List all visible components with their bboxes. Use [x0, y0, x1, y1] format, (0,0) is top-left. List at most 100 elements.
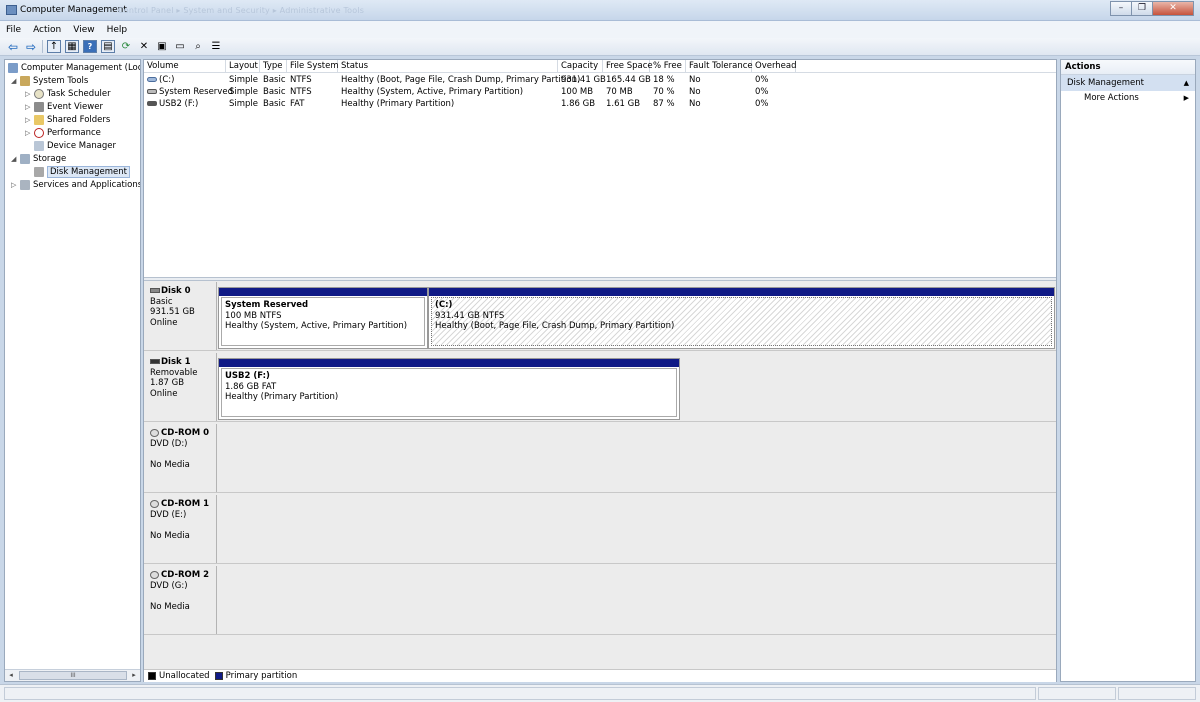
open-folder-icon[interactable]: ▭	[173, 40, 187, 53]
tree-item-shared-folders[interactable]: ▷ Shared Folders	[25, 114, 110, 126]
disk-management-pane: Volume Layout Type File System Status Ca…	[143, 59, 1057, 682]
show-hide-tree-icon[interactable]: ▦	[65, 40, 79, 53]
expand-arrow-icon[interactable]: ▷	[25, 90, 34, 98]
overhead-cell: 0%	[755, 99, 769, 109]
fault-tolerance-cell: No	[689, 99, 701, 109]
scrollbar-thumb[interactable]: III	[19, 671, 127, 680]
tree-item-computer-management[interactable]: Computer Management (Local	[8, 62, 141, 74]
disk-name: CD-ROM 1	[161, 499, 210, 509]
actions-section-disk-management[interactable]: Disk Management ▲	[1061, 75, 1195, 91]
menu-action[interactable]: Action	[33, 25, 61, 35]
drive-icon	[147, 89, 157, 94]
tree-item-storage[interactable]: ◢ Storage	[11, 153, 66, 165]
status-segment	[1038, 687, 1116, 700]
tree-item-task-scheduler[interactable]: ▷ Task Scheduler	[25, 88, 111, 100]
disk-label[interactable]: CD-ROM 1 DVD (E:) No Media	[145, 495, 217, 563]
tree-item-device-manager[interactable]: Device Manager	[34, 140, 116, 152]
disk-label[interactable]: CD-ROM 2 DVD (G:) No Media	[145, 566, 217, 634]
overhead-cell: 0%	[755, 87, 769, 97]
search-icon[interactable]: ⌕	[191, 40, 205, 53]
expand-arrow-icon[interactable]: ▷	[25, 103, 34, 111]
file-system-cell: FAT	[290, 99, 305, 109]
submenu-arrow-icon: ▶	[1183, 94, 1189, 102]
help-icon[interactable]: ?	[83, 40, 97, 53]
performance-icon	[34, 128, 44, 138]
hard-disk-icon	[150, 288, 160, 293]
partition-body: System Reserved 100 MB NTFS Healthy (Sys…	[221, 297, 425, 346]
disk-size	[150, 591, 216, 602]
partition-c-drive[interactable]: (C:) 931.41 GB NTFS Healthy (Boot, Page …	[428, 287, 1055, 349]
tree-horizontal-scrollbar[interactable]: ◂ III ▸	[5, 669, 140, 681]
column-file-system[interactable]: File System	[287, 60, 339, 73]
tree-item-label: Computer Management (Local	[21, 63, 141, 73]
partition-status: Healthy (Boot, Page File, Crash Dump, Pr…	[435, 321, 675, 332]
column-capacity[interactable]: Capacity	[558, 60, 603, 73]
tree-item-label: System Tools	[33, 76, 89, 86]
window-title: Computer Management	[20, 5, 127, 15]
folder-icon	[34, 115, 44, 125]
minimize-button[interactable]: –	[1110, 1, 1132, 16]
collapse-arrow-icon[interactable]: ◢	[11, 77, 20, 85]
column-volume[interactable]: Volume	[144, 60, 226, 73]
disk-status: Online	[150, 318, 178, 329]
column-free-space[interactable]: Free Space	[603, 60, 653, 73]
close-button[interactable]: ✕	[1152, 1, 1194, 16]
partition-system-reserved[interactable]: System Reserved 100 MB NTFS Healthy (Sys…	[218, 287, 428, 349]
column-percent-free[interactable]: % Free	[650, 60, 686, 73]
tree-item-services-and-applications[interactable]: ▷ Services and Applications	[11, 179, 140, 191]
collapse-arrow-icon[interactable]: ◢	[11, 155, 20, 163]
column-type[interactable]: Type	[260, 60, 287, 73]
up-folder-icon[interactable]: ↑	[47, 40, 61, 53]
tree-item-label: Shared Folders	[47, 115, 111, 125]
expand-arrow-icon[interactable]: ▷	[25, 129, 34, 137]
actions-header: Actions	[1061, 60, 1195, 75]
capacity-cell: 931.41 GB	[561, 75, 606, 85]
fault-tolerance-cell: No	[689, 75, 701, 85]
capacity-cell: 100 MB	[561, 87, 594, 97]
column-layout[interactable]: Layout	[226, 60, 260, 73]
back-arrow-icon[interactable]: ⇦	[6, 40, 20, 54]
partition-usb2[interactable]: USB2 (F:) 1.86 GB FAT Healthy (Primary P…	[218, 358, 680, 420]
more-actions-item[interactable]: More Actions ▶	[1061, 91, 1195, 106]
actions-section-label: Disk Management	[1067, 78, 1144, 88]
collapse-up-icon[interactable]: ▲	[1184, 75, 1189, 91]
column-fault-tolerance[interactable]: Fault Tolerance	[686, 60, 753, 73]
partition-status: Healthy (System, Active, Primary Partiti…	[225, 321, 408, 332]
more-actions-label: More Actions	[1084, 93, 1139, 103]
clock-icon	[34, 89, 44, 99]
expand-arrow-icon[interactable]: ▷	[25, 116, 34, 124]
show-hide-action-pane-icon[interactable]: ▤	[101, 40, 115, 53]
status-cell: Healthy (Primary Partition)	[341, 99, 455, 109]
percent-free-cell: 18 %	[653, 75, 675, 85]
cd-rom-icon	[150, 499, 159, 508]
refresh-icon[interactable]: ⟳	[119, 40, 133, 53]
menu-file[interactable]: File	[6, 25, 21, 35]
column-overhead[interactable]: Overhead	[752, 60, 797, 73]
checklist-icon[interactable]: ☰	[209, 40, 223, 53]
disk-status: Online	[150, 389, 178, 400]
scroll-left-arrow-icon[interactable]: ◂	[5, 670, 17, 681]
delete-icon[interactable]: ✕	[137, 40, 151, 53]
tree-item-label: Event Viewer	[47, 102, 103, 112]
toolbar-separator	[42, 40, 43, 53]
restore-button[interactable]: ❐	[1131, 1, 1153, 16]
volume-cell: USB2 (F:)	[144, 98, 198, 110]
expand-arrow-icon[interactable]: ▷	[11, 181, 20, 189]
disk-type: Basic	[150, 296, 173, 307]
properties-icon[interactable]: ▣	[155, 40, 169, 53]
disk-management-icon	[34, 167, 44, 177]
tree-item-event-viewer[interactable]: ▷ Event Viewer	[25, 101, 103, 113]
disk-label[interactable]: Disk 1 Removable 1.87 GB Online	[145, 353, 217, 421]
tree-item-performance[interactable]: ▷ Performance	[25, 127, 101, 139]
column-status[interactable]: Status	[338, 60, 558, 73]
usb-drive-icon	[147, 101, 157, 106]
tree-item-disk-management[interactable]: Disk Management	[34, 166, 130, 178]
partition-name: (C:)	[435, 300, 453, 310]
disk-label[interactable]: CD-ROM 0 DVD (D:) No Media	[145, 424, 217, 492]
menu-help[interactable]: Help	[107, 25, 128, 35]
forward-arrow-icon[interactable]: ⇨	[24, 40, 38, 54]
tree-item-system-tools[interactable]: ◢ System Tools	[11, 75, 88, 87]
scroll-right-arrow-icon[interactable]: ▸	[128, 670, 140, 681]
menu-view[interactable]: View	[73, 25, 94, 35]
disk-label[interactable]: Disk 0 Basic 931.51 GB Online	[145, 282, 217, 350]
